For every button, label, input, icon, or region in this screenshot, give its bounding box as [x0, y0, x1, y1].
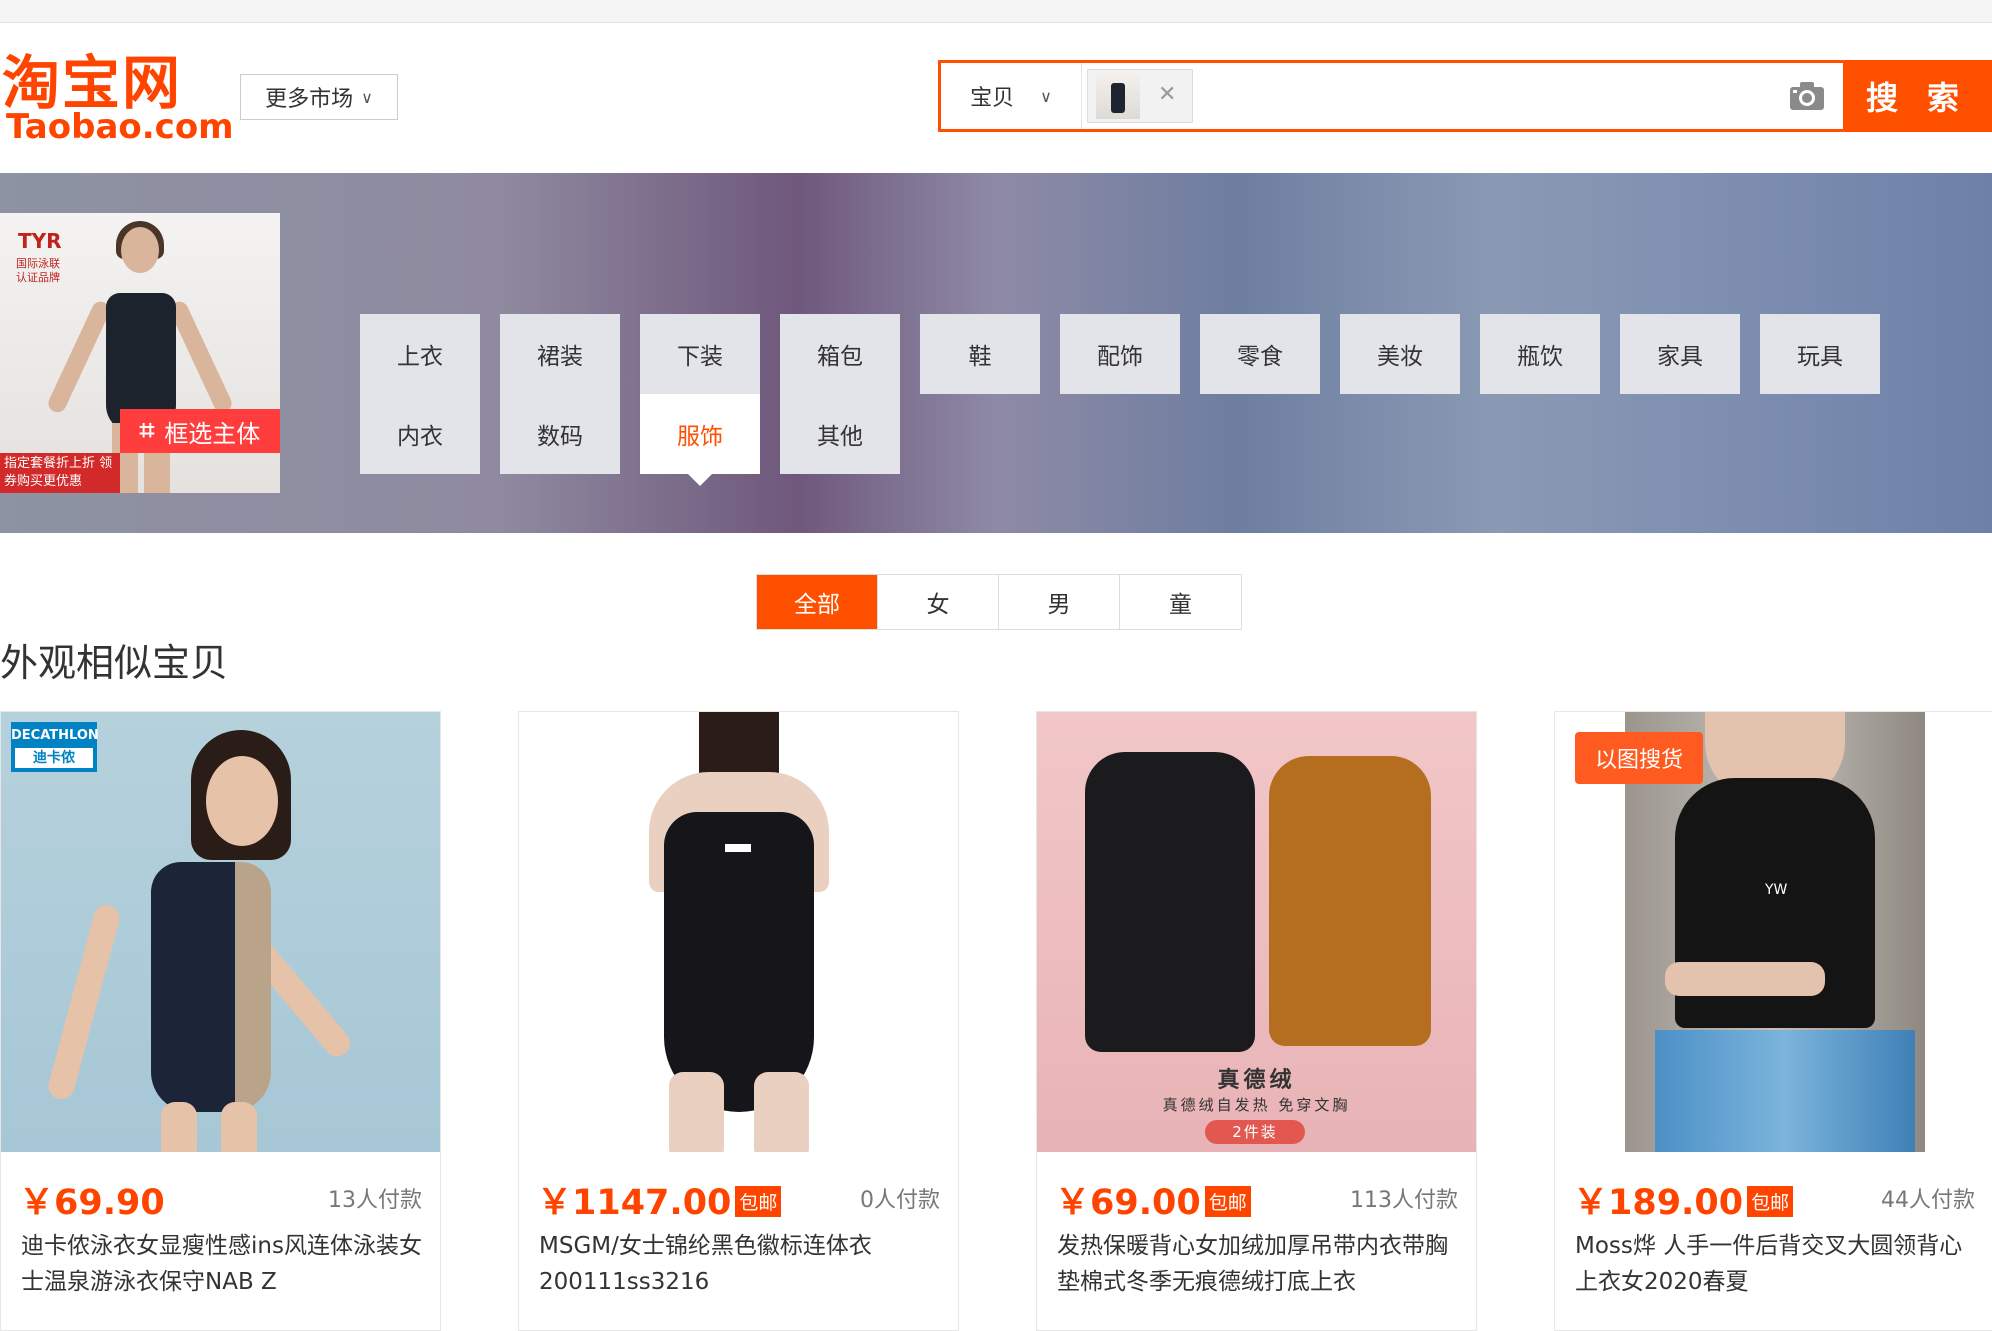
product-sales: 13人付款 [328, 1188, 422, 1213]
tab-all[interactable]: 全部 [757, 575, 878, 629]
product-title[interactable]: Moss烨 人手一件后背交叉大圆领背心上衣女2020春夏 [1575, 1228, 1980, 1300]
product-image[interactable]: 真德绒 真德绒自发热 免穿文胸 2件装 [1037, 712, 1476, 1152]
product-image[interactable]: YW 以图搜货 [1555, 712, 1992, 1152]
search-bar: 宝贝 ∨ ✕ 搜 索 [938, 60, 1992, 132]
black-tank [1085, 752, 1255, 1052]
logo-en: Taobao.com [6, 107, 234, 147]
top-strip [0, 0, 1992, 23]
image-headline: 真德绒 [1217, 1068, 1296, 1093]
tab-kids[interactable]: 童 [1120, 575, 1241, 629]
category-shoes[interactable]: 鞋 [920, 314, 1040, 394]
search-input[interactable] [1203, 69, 1727, 125]
category-bags[interactable]: 箱包 [780, 314, 900, 394]
search-box: 宝贝 ∨ ✕ [938, 60, 1846, 132]
crop-subject-label: 框选主体 [164, 419, 261, 448]
product-title[interactable]: 迪卡侬泳衣女显瘦性感ins风连体泳装女士温泉游泳衣保守NAB Z [21, 1228, 426, 1300]
tab-women[interactable]: 女 [878, 575, 999, 629]
crop-subject-button[interactable]: ⌗ 框选主体 [120, 409, 280, 453]
product-title[interactable]: MSGM/女士锦纶黑色徽标连体衣200111ss3216 [539, 1228, 944, 1300]
free-shipping-badge: 包邮 [1204, 1185, 1251, 1217]
category-skirts[interactable]: 裙装 [500, 314, 620, 394]
chevron-down-icon: ∨ [361, 87, 373, 107]
brand-logo-tyr: TYR [18, 229, 62, 253]
category-snacks[interactable]: 零食 [1200, 314, 1320, 394]
chevron-down-icon: ∨ [1040, 86, 1052, 106]
top-logo: YW [1765, 882, 1788, 898]
camera-icon[interactable] [1789, 81, 1825, 111]
category-tops[interactable]: 上衣 [360, 314, 480, 394]
tab-men[interactable]: 男 [999, 575, 1120, 629]
product-image[interactable] [519, 712, 958, 1152]
search-button[interactable]: 搜 索 [1843, 60, 1992, 132]
product-price: ￥189.00 包邮 [1573, 1174, 1794, 1225]
category-other[interactable]: 其他 [780, 394, 900, 474]
product-card[interactable]: 真德绒 真德绒自发热 免穿文胸 2件装 ￥69.00 包邮 113人付款 发热保暖… [1036, 711, 1477, 1331]
category-furniture[interactable]: 家具 [1620, 314, 1740, 394]
decathlon-logo: DECATHLON 迪卡侬 [11, 722, 99, 772]
category-beauty[interactable]: 美妆 [1340, 314, 1460, 394]
remove-image-icon[interactable]: ✕ [1158, 82, 1176, 107]
product-title[interactable]: 发热保暖背心女加绒加厚吊带内衣带胸垫棉式冬季无痕德绒打底上衣 [1057, 1228, 1462, 1300]
brown-tank [1269, 756, 1431, 1046]
search-category-label: 宝贝 [970, 86, 1015, 111]
free-shipping-badge: 包邮 [735, 1185, 782, 1217]
search-image-thumbnail[interactable]: ✕ [1087, 69, 1193, 123]
more-markets-dropdown[interactable]: 更多市场 ∨ [240, 74, 398, 120]
category-accessories[interactable]: 配饰 [1060, 314, 1180, 394]
category-drinks[interactable]: 瓶饮 [1480, 314, 1600, 394]
product-price: ￥69.00 包邮 [1055, 1174, 1251, 1225]
image-search-tag[interactable]: 以图搜货 [1575, 732, 1703, 784]
category-apparel[interactable]: 服饰 [640, 394, 760, 486]
category-banner: TYR 国际泳联认证品牌 指定套餐折上折 领券购买更优惠 ⌗ 框选主体 上衣 裙… [0, 173, 1992, 533]
product-price: ￥69.90 [19, 1183, 165, 1223]
free-shipping-badge: 包邮 [1747, 1185, 1794, 1217]
product-card[interactable]: DECATHLON 迪卡侬 ￥69.90 13人付款 迪卡侬泳衣女显瘦性感ins… [0, 711, 441, 1331]
product-sales: 44人付款 [1881, 1188, 1975, 1213]
more-markets-label: 更多市场 [265, 87, 354, 112]
promo-badge: 指定套餐折上折 领券购买更优惠 [0, 453, 120, 493]
category-toys[interactable]: 玩具 [1760, 314, 1880, 394]
taobao-logo[interactable]: 淘宝网 Taobao.com [2, 49, 234, 147]
product-card[interactable]: YW 以图搜货 ￥189.00 包邮 44人付款 Moss烨 人手一件后背交叉大圆… [1554, 711, 1992, 1331]
search-category-select[interactable]: 宝贝 ∨ [941, 63, 1082, 129]
thumbnail-image [1096, 73, 1140, 119]
blue-skirt [1655, 1030, 1915, 1152]
category-bottoms[interactable]: 下装 [640, 314, 760, 394]
product-image[interactable]: DECATHLON 迪卡侬 [1, 712, 440, 1152]
decathlon-logo-cn: 迪卡侬 [15, 748, 93, 768]
product-card[interactable]: ￥1147.00 包邮 0人付款 MSGM/女士锦纶黑色徽标连体衣200111ss… [518, 711, 959, 1331]
logo-cn: 淘宝网 [2, 49, 183, 117]
section-title: 外观相似宝贝 [0, 641, 229, 685]
crop-icon: ⌗ [139, 415, 155, 446]
category-underwear[interactable]: 内衣 [360, 394, 480, 474]
gender-filter-tabs: 全部 女 男 童 [756, 574, 1242, 630]
image-pill: 2件装 [1205, 1120, 1305, 1144]
product-price: ￥1147.00 包邮 [537, 1174, 782, 1225]
product-sales: 113人付款 [1350, 1188, 1458, 1213]
decathlon-logo-en: DECATHLON [11, 728, 99, 743]
image-subline: 真德绒自发热 免穿文胸 [1162, 1096, 1351, 1114]
product-sales: 0人付款 [860, 1188, 940, 1213]
brand-badge: 国际泳联认证品牌 [16, 257, 60, 284]
category-digital[interactable]: 数码 [500, 394, 620, 474]
